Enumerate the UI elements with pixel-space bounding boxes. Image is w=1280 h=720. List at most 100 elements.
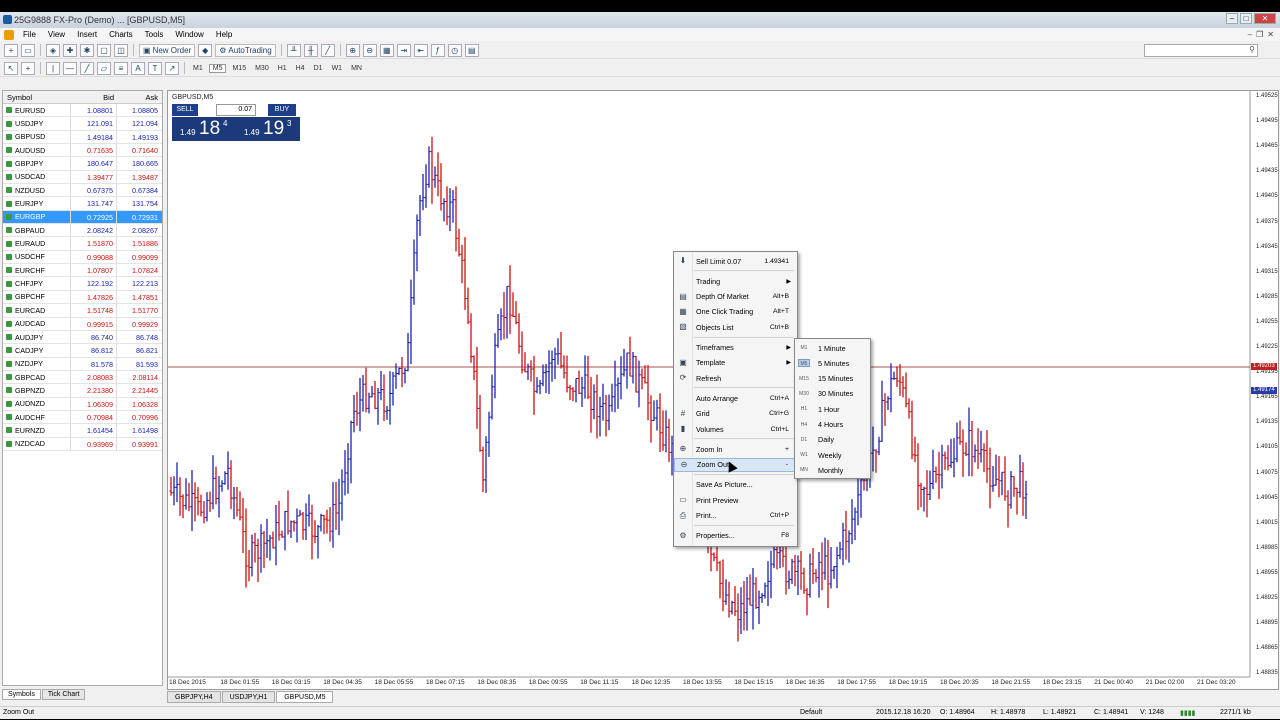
zoom-in-toolbar-icon[interactable]: ⊕	[345, 43, 360, 57]
chart-shift-icon[interactable]: ⇥	[396, 43, 411, 57]
zoom-out-toolbar-icon[interactable]: ⊖	[362, 43, 377, 57]
sell-price-button[interactable]: 1.49 18 4	[172, 117, 236, 141]
table-row[interactable]: GBPNZD 2.21380 2.21445	[3, 384, 162, 398]
minimize-button[interactable]: –	[1226, 13, 1238, 24]
chart-tab-usdjpy[interactable]: USDJPY,H1	[221, 691, 276, 703]
fibonacci-icon[interactable]: ≡	[114, 61, 128, 75]
timeframe-h1[interactable]: H1	[275, 65, 290, 72]
table-row[interactable]: EURAUD 1.51870 1.51886	[3, 237, 162, 251]
menu-item-refresh[interactable]: ⟳ Refresh	[674, 371, 797, 385]
timeframe-m15[interactable]: M15	[229, 65, 249, 72]
timeframe-item-h4[interactable]: H4 4 Hours	[795, 418, 870, 432]
trendline-icon[interactable]: ╱	[80, 61, 94, 75]
menu-view[interactable]: View	[42, 30, 71, 39]
menu-item-save-as-picture[interactable]: Save As Picture...	[674, 478, 797, 492]
timeframe-item-m1[interactable]: M1 1 Minute	[795, 341, 870, 355]
data-window-icon[interactable]: ✚	[63, 43, 77, 57]
mdi-restore-icon[interactable]: ❐	[1256, 30, 1263, 39]
timeframe-m30[interactable]: M30	[252, 65, 272, 72]
maximize-button[interactable]: □	[1240, 13, 1252, 24]
bid-column-header[interactable]: Bid	[71, 93, 117, 102]
timeframe-item-m30[interactable]: M30 30 Minutes	[795, 387, 870, 401]
periods-icon[interactable]: ◷	[447, 43, 462, 57]
timeframe-mn[interactable]: MN	[348, 65, 365, 72]
table-row[interactable]: AUDNZD 1.06309 1.06328	[3, 397, 162, 411]
table-row[interactable]: NZDJPY 81.578 81.593	[3, 357, 162, 371]
search-input[interactable]: ⚲	[1144, 44, 1258, 57]
metaeditor-icon[interactable]: ◆	[198, 43, 213, 57]
menu-item-sell-limit-0-07[interactable]: ⬇ Sell Limit 0.07 1.49341	[674, 254, 797, 268]
timeframe-item-mn[interactable]: MN Monthly	[795, 463, 870, 477]
table-row[interactable]: NZDUSD 0.67375 0.67384	[3, 184, 162, 198]
strategy-tester-icon[interactable]: ◫	[114, 43, 128, 57]
menu-item-template[interactable]: ▣ Template ▶	[674, 356, 797, 370]
bar-chart-icon[interactable]: ╨	[286, 43, 301, 57]
buy-button[interactable]: BUY	[268, 104, 296, 116]
timeframe-item-w1[interactable]: W1 Weekly	[795, 448, 870, 462]
table-row[interactable]: CHFJPY 122.192 122.213	[3, 277, 162, 291]
timeframe-item-m5[interactable]: M5 5 Minutes	[795, 356, 870, 370]
text-icon[interactable]: A	[131, 61, 145, 75]
table-row[interactable]: EURCAD 1.51748 1.51770	[3, 304, 162, 318]
table-row[interactable]: EURGBP 0.72925 0.72931	[3, 210, 162, 225]
chart-tab-gbpusd[interactable]: GBPUSD,M5	[276, 691, 334, 703]
tab-symbols[interactable]: Symbols	[2, 689, 41, 700]
vertical-line-icon[interactable]: |	[46, 61, 60, 75]
tab-tick-chart[interactable]: Tick Chart	[41, 689, 86, 700]
table-row[interactable]: GBPJPY 180.647 180.665	[3, 157, 162, 171]
table-row[interactable]: AUDCHF 0.70984 0.70996	[3, 410, 162, 425]
menu-item-volumes[interactable]: ▮ Volumes Ctrl+L	[674, 422, 797, 436]
channel-icon[interactable]: ▱	[97, 61, 111, 75]
table-row[interactable]: GBPCAD 2.08083 2.08114	[3, 370, 162, 385]
autotrading-button[interactable]: ⚙ AutoTrading	[215, 43, 276, 57]
timeframe-w1[interactable]: W1	[329, 65, 346, 72]
new-order-button[interactable]: ▣ New Order	[139, 43, 196, 57]
new-chart-icon[interactable]: +	[4, 43, 18, 57]
line-chart-icon[interactable]: ╱	[320, 43, 335, 57]
table-row[interactable]: NZDCAD 0.93969 0.93991	[3, 437, 162, 451]
auto-scroll-icon[interactable]: ⇤	[413, 43, 428, 57]
table-row[interactable]: USDCAD 1.39477 1.39487	[3, 170, 162, 185]
candlestick-icon[interactable]: ╫	[303, 43, 318, 57]
table-row[interactable]: EURUSD 1.08801 1.08805	[3, 104, 162, 118]
table-row[interactable]: GBPCHF 1.47826 1.47851	[3, 290, 162, 305]
table-row[interactable]: USDJPY 121.091 121.094	[3, 117, 162, 131]
table-row[interactable]: GBPAUD 2.08242 2.08267	[3, 224, 162, 238]
menu-item-auto-arrange[interactable]: Auto Arrange Ctrl+A	[674, 391, 797, 405]
menu-item-properties[interactable]: ⚙ Properties... F8	[674, 529, 797, 543]
buy-price-button[interactable]: 1.49 19 3	[236, 117, 300, 141]
ask-column-header[interactable]: Ask	[117, 93, 162, 102]
menu-item-grid[interactable]: # Grid Ctrl+G	[674, 407, 797, 421]
menu-item-print-preview[interactable]: ▭ Print Preview	[674, 493, 797, 507]
shapes-icon[interactable]: ↗	[165, 61, 179, 75]
volume-input[interactable]: 0.07	[216, 104, 256, 116]
horizontal-line-icon[interactable]: —	[63, 61, 77, 75]
menu-item-print[interactable]: ⎙ Print... Ctrl+P	[674, 509, 797, 523]
crosshair-icon[interactable]: +	[21, 61, 35, 75]
chart-menu-icon[interactable]	[4, 29, 14, 40]
table-row[interactable]: AUDCAD 0.99915 0.99929	[3, 317, 162, 331]
menu-item-timeframes[interactable]: Timeframes ▶	[674, 341, 797, 355]
timeframe-d1[interactable]: D1	[311, 65, 326, 72]
menu-insert[interactable]: Insert	[71, 30, 103, 39]
timeframe-item-d1[interactable]: D1 Daily	[795, 433, 870, 447]
mdi-minimize-icon[interactable]: –	[1248, 30, 1252, 39]
menu-item-trading[interactable]: Trading ▶	[674, 274, 797, 288]
menu-charts[interactable]: Charts	[103, 30, 139, 39]
mdi-close-icon[interactable]: ✕	[1267, 30, 1274, 39]
timeframe-h4[interactable]: H4	[293, 65, 308, 72]
label-icon[interactable]: T	[148, 61, 162, 75]
menu-item-objects-list[interactable]: ▧ Objects List Ctrl+B	[674, 320, 797, 334]
chart-tab-gbpjpy[interactable]: GBPJPY,H4	[167, 691, 221, 703]
close-button[interactable]: ✕	[1254, 13, 1276, 24]
menu-file[interactable]: File	[17, 30, 42, 39]
table-row[interactable]: EURCHF 1.07807 1.07824	[3, 264, 162, 278]
table-row[interactable]: EURJPY 131.747 131.754	[3, 197, 162, 211]
terminal-icon[interactable]: ▢	[97, 43, 111, 57]
menu-item-depth-of-market[interactable]: ▤ Depth Of Market Alt+B	[674, 290, 797, 304]
timeframe-item-m15[interactable]: M15 15 Minutes	[795, 372, 870, 386]
navigator-icon[interactable]: ✱	[80, 43, 94, 57]
timeframe-m5[interactable]: M5	[208, 63, 227, 73]
market-watch-icon[interactable]: ◈	[46, 43, 60, 57]
sell-button[interactable]: SELL	[172, 104, 198, 116]
